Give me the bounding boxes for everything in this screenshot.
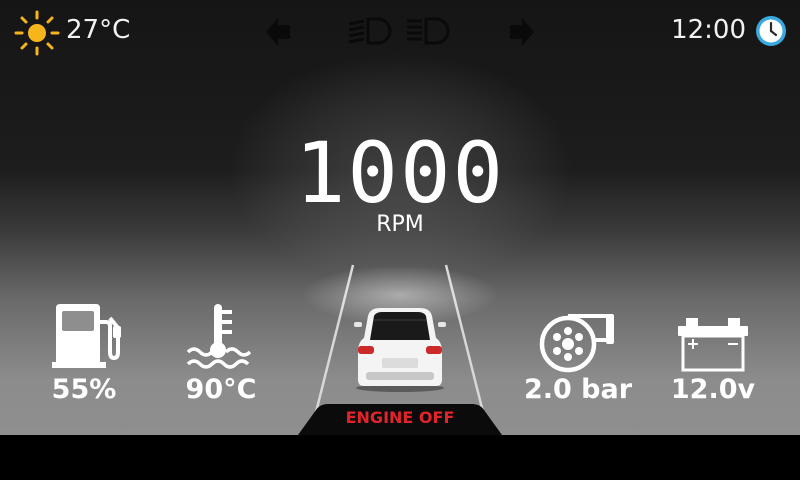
high-beam-icon — [407, 17, 450, 45]
clock-icon — [756, 16, 786, 46]
clock-time: 12:00 — [671, 15, 746, 45]
boost-pressure-value: 2.0 bar — [523, 374, 633, 405]
turn-left-icon — [266, 18, 290, 46]
outside-temperature: 27°C — [66, 15, 131, 45]
bottom-bar — [0, 435, 800, 480]
rpm-unit-label: RPM — [376, 212, 424, 237]
battery-icon — [678, 318, 748, 372]
coolant-temperature-value: 90°C — [185, 374, 257, 405]
battery-voltage-value: 12.0v — [670, 374, 756, 405]
coolant-temperature-icon — [186, 304, 252, 369]
dashboard-screen: 27°C 12:00 1000 RPM 55% 90°C 2.0 bar 12.… — [0, 0, 800, 435]
rpm-readout: 1000 — [294, 124, 506, 222]
fuel-pump-icon — [52, 304, 121, 368]
turn-right-icon — [510, 18, 534, 46]
low-beam-icon — [348, 17, 392, 45]
fuel-level-value: 55% — [51, 374, 117, 405]
engine-status-text: ENGINE OFF — [345, 408, 455, 427]
turbo-boost-icon — [539, 314, 614, 373]
sun-icon — [14, 10, 60, 56]
car-icon — [354, 308, 446, 392]
